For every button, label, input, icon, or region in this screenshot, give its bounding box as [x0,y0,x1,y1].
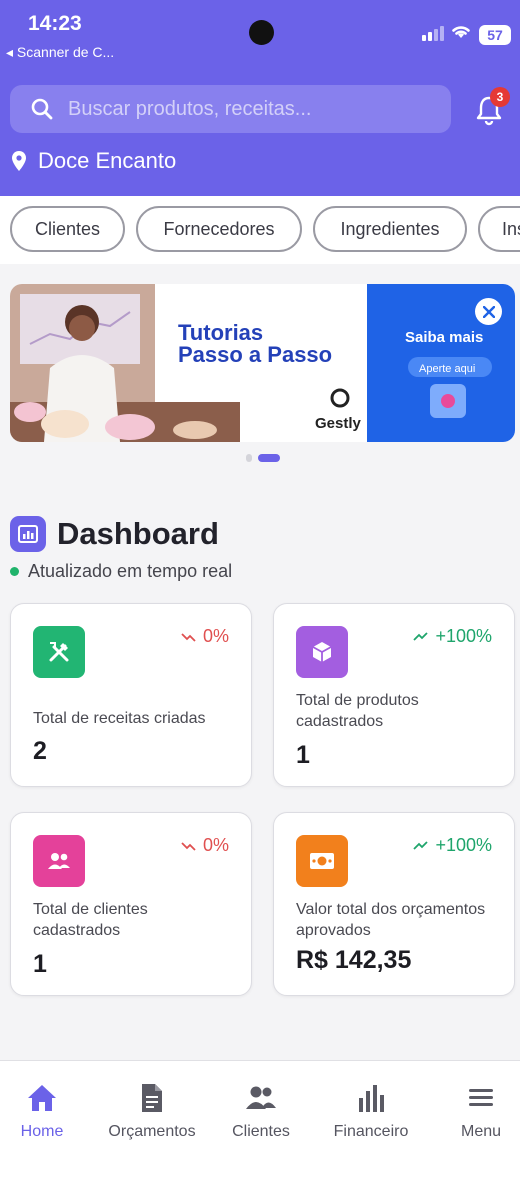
carousel-indicator [246,454,280,462]
trend-value: 0% [202,626,229,646]
stat-value: R$ 142,35 [296,946,412,974]
nav-menu[interactable]: Menu [426,1083,520,1141]
bar-chart-icon [359,1085,384,1112]
stat-value: 1 [296,741,310,769]
banner-close-button[interactable] [475,298,502,325]
nav-home[interactable]: Home [0,1083,97,1141]
search-bar[interactable] [10,85,451,133]
camera-cutout [249,20,274,45]
status-time: 14:23 [28,12,82,35]
stat-value: 2 [33,737,47,765]
stat-label: Total de receitas criadas [33,710,206,727]
nav-label: Clientes [232,1123,290,1140]
trend-down: 0% [181,835,229,856]
live-indicator-dot [10,567,19,576]
banner-title-line2: Passo a Passo [178,342,332,367]
banner-side-button: Aperte aqui [419,363,475,375]
stat-value: 1 [33,950,47,978]
search-input[interactable] [68,97,448,121]
banner-brand: Gestly [315,415,362,432]
store-name: Doce Encanto [38,148,177,173]
location-pin-icon [12,151,26,171]
search-icon [31,98,53,120]
stat-label: Total de produtos cadastrados [296,692,419,730]
back-to-app-link[interactable]: ◂ Scanner de C... [6,44,114,61]
app-header: 14:23 ◂ Scanner de C... 57 3 Doce Encant… [0,0,520,196]
notification-badge: 3 [490,87,510,107]
nav-label: Orçamentos [108,1123,196,1140]
trend-value: +100% [435,626,492,646]
trend-up-icon [413,840,429,850]
dashboard-title: Dashboard [57,516,219,551]
stat-label: Total de clientes cadastrados [33,901,148,939]
category-chips: Clientes Fornecedores Ingredientes Ins [0,196,520,264]
money-icon [296,835,348,887]
trend-down-icon [181,632,196,642]
stat-card-orcamentos[interactable]: +100% Valor total dos orçamentos aprovad… [273,812,515,996]
carousel-dot-active[interactable] [258,454,280,462]
nav-label: Financeiro [333,1123,409,1140]
home-icon [28,1085,56,1111]
nav-financeiro[interactable]: Financeiro [316,1083,426,1141]
wifi-icon [452,26,470,38]
stat-card-clientes[interactable]: 0% Total de clientes cadastrados 1 [10,812,252,996]
signal-icon [422,26,444,41]
cube-icon [296,626,348,678]
nav-orcamentos[interactable]: Orçamentos [97,1083,207,1141]
trend-value: +100% [435,835,492,855]
banner-illustration: Tutorias Passo a Passo Gestly Saiba mais… [10,284,515,442]
users-icon [246,1086,276,1109]
banner-side-title: Saiba mais [405,329,483,346]
stat-card-receitas[interactable]: 0% Total de receitas criadas 2 [10,603,252,787]
document-icon [142,1084,162,1112]
trend-up-icon [413,631,429,641]
trend-down-icon [181,841,196,851]
trend-up: +100% [413,835,492,856]
carousel-dot[interactable] [246,454,252,462]
promo-banner[interactable]: Tutorias Passo a Passo Gestly Saiba mais… [10,284,515,442]
utensils-icon [33,626,85,678]
battery-indicator: 57 [479,25,511,45]
nav-label: Home [20,1123,64,1140]
store-location[interactable]: Doce Encanto [12,148,176,174]
close-icon [482,305,495,318]
stat-label: Valor total dos orçamentos aprovados [296,901,486,939]
stat-card-produtos[interactable]: +100% Total de produtos cadastrados 1 [273,603,515,787]
notifications-button[interactable]: 3 [472,87,510,126]
trend-up: +100% [413,626,492,647]
trend-value: 0% [202,835,229,855]
chip-clientes[interactable]: Clientes [10,206,125,252]
bottom-navigation: Home Orçamentos Clientes Financeiro Menu [0,1060,520,1179]
live-status-text: Atualizado em tempo real [28,561,233,581]
chip-fornecedores[interactable]: Fornecedores [136,206,302,252]
chip-ingredientes[interactable]: Ingredientes [313,206,467,252]
hamburger-icon [469,1089,493,1106]
trend-down: 0% [181,626,229,647]
users-icon [33,835,85,887]
dashboard-icon [10,516,46,552]
nav-clientes[interactable]: Clientes [206,1083,316,1141]
status-bar: 14:23 ◂ Scanner de C... 57 [0,0,520,70]
nav-label: Menu [460,1123,502,1140]
chip-insumos[interactable]: Ins [478,206,520,252]
